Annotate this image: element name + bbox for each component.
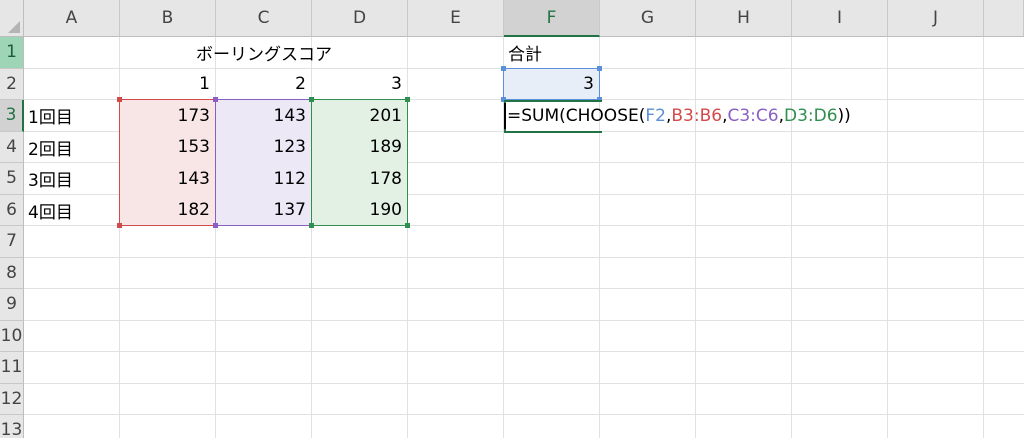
range-handle-c3-c6[interactable] — [213, 223, 218, 228]
range-border-f2 — [503, 67, 600, 100]
column-header-f[interactable]: F — [504, 0, 600, 37]
range-border-c3-c6 — [215, 99, 312, 226]
row-header-6[interactable]: 6 — [0, 194, 24, 226]
grid-hline — [24, 288, 1024, 289]
column-header-g[interactable]: G — [600, 0, 696, 37]
grid-vline — [695, 37, 696, 438]
row-header-13[interactable]: 13 — [0, 415, 24, 438]
cell-d2[interactable]: 3 — [312, 69, 408, 100]
row-header-3[interactable]: 3 — [0, 100, 24, 132]
grid-hline — [24, 382, 1024, 384]
grid-vline — [791, 37, 792, 438]
column-header-e[interactable]: E — [408, 0, 504, 37]
formula-segment: =SUM(CHOOSE( — [507, 105, 646, 126]
formula-segment: )) — [837, 105, 851, 126]
text-cursor — [504, 103, 506, 129]
formula-segment: D3:D6 — [783, 105, 838, 126]
column-header-overflow[interactable] — [984, 0, 1024, 37]
column-header-a[interactable]: A — [24, 0, 120, 37]
range-handle-d3-d6[interactable] — [405, 223, 410, 228]
row-header-1[interactable]: 1 — [0, 37, 24, 69]
range-handle-f2[interactable] — [501, 65, 506, 71]
grid-hline — [24, 256, 1024, 258]
row-header-7[interactable]: 7 — [0, 226, 24, 258]
cell-b1[interactable]: ボーリングスコア — [120, 37, 408, 68]
column-header-c[interactable]: C — [216, 0, 312, 37]
grid-vline — [983, 37, 984, 438]
column-header-h[interactable]: H — [696, 0, 792, 37]
grid-hline — [24, 351, 1024, 352]
spreadsheet-grid[interactable]: ABCDEFGHIJ 1 2 3 4 5 6 7 8 9 10 11 12 13 ボーリングスコア 合計 1… — [0, 0, 1024, 438]
column-header-b[interactable]: B — [120, 0, 216, 37]
range-handle-b3-b6[interactable] — [117, 223, 122, 228]
select-all-corner[interactable] — [0, 0, 24, 37]
grid-hline — [24, 319, 1024, 321]
grid-hline — [24, 414, 1024, 415]
row-header-11[interactable]: 11 — [0, 352, 24, 384]
cell-b2[interactable]: 1 — [120, 69, 216, 100]
formula-segment: C3:C6 — [727, 105, 779, 126]
cell-a6[interactable]: 4回目 — [24, 195, 120, 226]
range-border-d3-d6 — [311, 99, 408, 226]
cell-f1[interactable]: 合計 — [504, 37, 600, 68]
formula-in-cell[interactable]: =SUM(CHOOSE(F2, B3:B6, C3:C6, D3:D6)) — [507, 100, 851, 131]
row-header-4[interactable]: 4 — [0, 131, 24, 163]
range-handle-d3-d6[interactable] — [405, 97, 410, 102]
cell-a4[interactable]: 2回目 — [24, 132, 120, 163]
column-header-d[interactable]: D — [312, 0, 408, 37]
row-header-12[interactable]: 12 — [0, 383, 24, 415]
range-handle-c3-c6[interactable] — [213, 97, 218, 102]
row-header-9[interactable]: 9 — [0, 289, 24, 321]
range-handle-d3-d6[interactable] — [309, 223, 314, 228]
formula-segment: B3:B6 — [671, 105, 723, 126]
row-header-2[interactable]: 2 — [0, 68, 24, 100]
cell-a5[interactable]: 3回目 — [24, 163, 120, 194]
row-header-8[interactable]: 8 — [0, 257, 24, 289]
row-header-5[interactable]: 5 — [0, 163, 24, 195]
row-header-10[interactable]: 10 — [0, 320, 24, 352]
grid-vline — [887, 37, 888, 438]
column-header-i[interactable]: I — [792, 0, 888, 37]
range-handle-b3-b6[interactable] — [117, 97, 122, 102]
range-handle-d3-d6[interactable] — [309, 97, 314, 102]
cell-c2[interactable]: 2 — [216, 69, 312, 100]
range-handle-f2[interactable] — [597, 65, 602, 71]
select-all-triangle-icon — [8, 21, 20, 33]
range-border-b3-b6 — [119, 99, 216, 226]
column-header-j[interactable]: J — [888, 0, 984, 37]
cell-a3[interactable]: 1回目 — [24, 100, 120, 131]
formula-segment: F2 — [645, 105, 666, 126]
